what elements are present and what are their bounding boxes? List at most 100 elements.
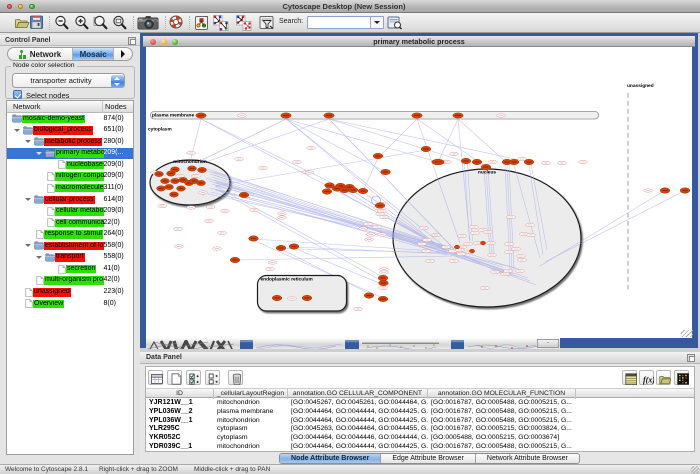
new-attribute-icon[interactable]	[167, 370, 182, 385]
column-header[interactable]: annotation.GO MOLECULAR_FUNCTION	[428, 389, 576, 399]
matrix-view-icon[interactable]	[674, 370, 689, 385]
function-builder-icon[interactable]: f(x)	[639, 370, 654, 385]
save-session-icon[interactable]	[29, 15, 45, 31]
search-input[interactable]	[309, 17, 369, 28]
frame-resize-grip-icon[interactable]	[681, 330, 693, 337]
minimized-windows-band[interactable]	[146, 338, 560, 349]
control-panel-header: Control Panel	[0, 35, 140, 46]
tree-row-transport[interactable]: transport558(0)	[7, 252, 133, 264]
tree-row-nucleobase-[interactable]: nucleobase-209(0)	[7, 159, 133, 171]
network-desktop: primary metabolic process plasma membran…	[140, 33, 700, 352]
window-minimize-button[interactable]	[18, 4, 24, 10]
network-from-selection-icon[interactable]	[213, 15, 229, 31]
attribute-batch-editor-icon[interactable]	[622, 370, 637, 385]
attribute-table: ID_cellularLayoutRegionannotation.GO CEL…	[146, 388, 694, 451]
network-graph[interactable]: plasma membranecytoplasmmitochondrionnuc…	[146, 47, 692, 338]
open-file-icon[interactable]	[14, 15, 30, 31]
table-row[interactable]: YJR121W__1mitochondrion[GO:0045267, GO:0…	[146, 399, 694, 408]
tree-row-label: nucleobase-	[66, 161, 104, 170]
tree-row-biological-process[interactable]: biological_process651(0)	[7, 125, 133, 137]
help-icon[interactable]	[169, 15, 185, 31]
tree-row-response-to-stimul[interactable]: response to stimul264(0)	[7, 229, 133, 241]
tree-expand-icon[interactable]	[36, 152, 42, 155]
zoom-out-icon[interactable]	[54, 15, 70, 31]
window-zoom-button[interactable]	[29, 4, 35, 10]
tree-row-nitrogen-compo[interactable]: nitrogen compo209(0)	[7, 171, 133, 183]
tree-row-metabolic-process[interactable]: metabolic process280(0)	[7, 136, 133, 148]
tree-expand-icon[interactable]	[25, 140, 31, 143]
search-dropdown-arrow-icon[interactable]	[370, 17, 383, 28]
minimized-window-fragment[interactable]: -	[537, 339, 559, 348]
table-row[interactable]: YLR295Ccytoplasm[GO:0045263, GO:0044464,…	[146, 425, 694, 434]
table-cell: [GO:0045267, GO:0045261, GO:0044464, G..…	[288, 399, 428, 408]
data-panel-float-icon[interactable]	[687, 354, 695, 362]
window-close-button[interactable]	[7, 4, 13, 10]
delete-attribute-icon[interactable]	[228, 370, 243, 385]
network-node[interactable]	[469, 249, 474, 253]
window-resize-grip-icon[interactable]	[691, 466, 699, 474]
select-attributes-icon[interactable]	[186, 370, 201, 385]
select-nodes-checkbox[interactable]	[13, 90, 22, 99]
plasma-membrane-region[interactable]	[151, 112, 599, 120]
tree-row-cellular-process[interactable]: cellular process614(0)	[7, 194, 133, 206]
column-header[interactable]: annotation.GO CELLULAR_COMPONENT	[288, 389, 428, 399]
tree-row-count: 209(...	[104, 149, 124, 158]
tree-row-primary-metabo[interactable]: primary metabo209(...	[7, 148, 133, 160]
table-cell: [GO:0044464, GO:0044446, GO:0044444, G..…	[288, 434, 428, 443]
frame-minimize-button[interactable]	[161, 39, 167, 45]
control-panel-title: Control Panel	[5, 35, 140, 46]
tree-row-unassigned[interactable]: unassigned223(0)	[7, 286, 133, 298]
import-attributes-icon[interactable]	[656, 370, 671, 385]
zoom-fit-icon[interactable]	[93, 15, 109, 31]
node-color-dropdown[interactable]: transporter activity	[12, 73, 125, 88]
column-header[interactable]: _cellularLayoutRegion	[214, 389, 288, 399]
tree-row-label: transport	[55, 253, 85, 262]
table-row[interactable]: YKR052Ccytoplasm[GO:0044464, GO:0044446,…	[146, 434, 694, 443]
table-row[interactable]: YPL036W__1mitochondrion[GO:0044464, GO:0…	[146, 417, 694, 426]
column-header[interactable]: ID	[146, 389, 214, 399]
search-combobox[interactable]	[307, 16, 384, 29]
tab-node-attribute-browser[interactable]: Node Attribute Browser	[280, 454, 381, 464]
snapshot-icon[interactable]	[137, 15, 159, 31]
tree-row-count: 651(0)	[104, 126, 124, 135]
unselect-attributes-icon[interactable]	[205, 370, 220, 385]
frame-close-button[interactable]	[150, 39, 156, 45]
table-cell: [GO:0044464, GO:0044444, GO:0044425, G..…	[288, 417, 428, 426]
table-row[interactable]: YDR039C__1mitochondrion[GO:0044464, GO:0…	[146, 443, 694, 451]
search-options-icon[interactable]	[387, 15, 403, 31]
tree-expand-icon[interactable]	[25, 198, 31, 201]
network-canvas[interactable]: plasma membranecytoplasmmitochondrionnuc…	[146, 47, 692, 338]
copy-network-icon[interactable]	[236, 15, 252, 31]
network-node[interactable]	[480, 241, 485, 245]
frame-zoom-button[interactable]	[172, 39, 178, 45]
tab-mosaic[interactable]: Mosaic	[73, 48, 114, 60]
tree-expand-icon[interactable]	[36, 256, 42, 259]
zoom-in-icon[interactable]	[74, 15, 90, 31]
tree-row-cell-communicat[interactable]: cell communicat22(0)	[7, 217, 133, 229]
tab-network-attribute-browser[interactable]: Network Attribute Browser	[476, 454, 579, 464]
control-panel-float-icon[interactable]	[128, 37, 136, 45]
network-node[interactable]	[454, 245, 459, 249]
tree-row-cellular-metabo[interactable]: cellular metabo209(0)	[7, 206, 133, 218]
zoom-selected-icon[interactable]	[112, 15, 128, 31]
tab-network[interactable]: Network	[8, 48, 73, 60]
tab-mosaic-label: Mosaic	[80, 50, 107, 59]
tab-overflow-arrow[interactable]	[114, 48, 132, 60]
tree-row-macromolecule[interactable]: macromolecule311(0)	[7, 182, 133, 194]
tree-row-establishment-of-lo[interactable]: establishment of lo558(0)	[7, 240, 133, 252]
tree-expand-icon[interactable]	[14, 129, 20, 132]
tree-row-secretion[interactable]: secretion41(0)	[7, 263, 133, 275]
tree-row-count: 41(0)	[104, 265, 120, 274]
attribute-table-icon[interactable]	[148, 370, 163, 385]
new-network-icon[interactable]	[194, 15, 210, 31]
table-cell: [GO:0044464, GO:0044444, GO:0044425, G..…	[288, 408, 428, 417]
tree-row-multi-organism-pro[interactable]: multi-organism pro42(0)	[7, 275, 133, 287]
tree-row-overview[interactable]: Overview8(0)	[7, 298, 133, 310]
filters-icon[interactable]	[259, 15, 275, 31]
tree-expand-icon[interactable]	[25, 244, 31, 247]
tree-row-mosaic-demo-yeast[interactable]: mosaic-demo-yeast874(0)	[7, 113, 133, 125]
frame-titlebar[interactable]: primary metabolic process	[143, 36, 695, 47]
tab-edge-attribute-browser[interactable]: Edge Attribute Browser	[381, 454, 476, 464]
table-row[interactable]: YPL036W__2plasma membrane[GO:0044464, GO…	[146, 408, 694, 417]
status-zoom-hint: Right-click + drag to ZOOM	[99, 465, 178, 474]
